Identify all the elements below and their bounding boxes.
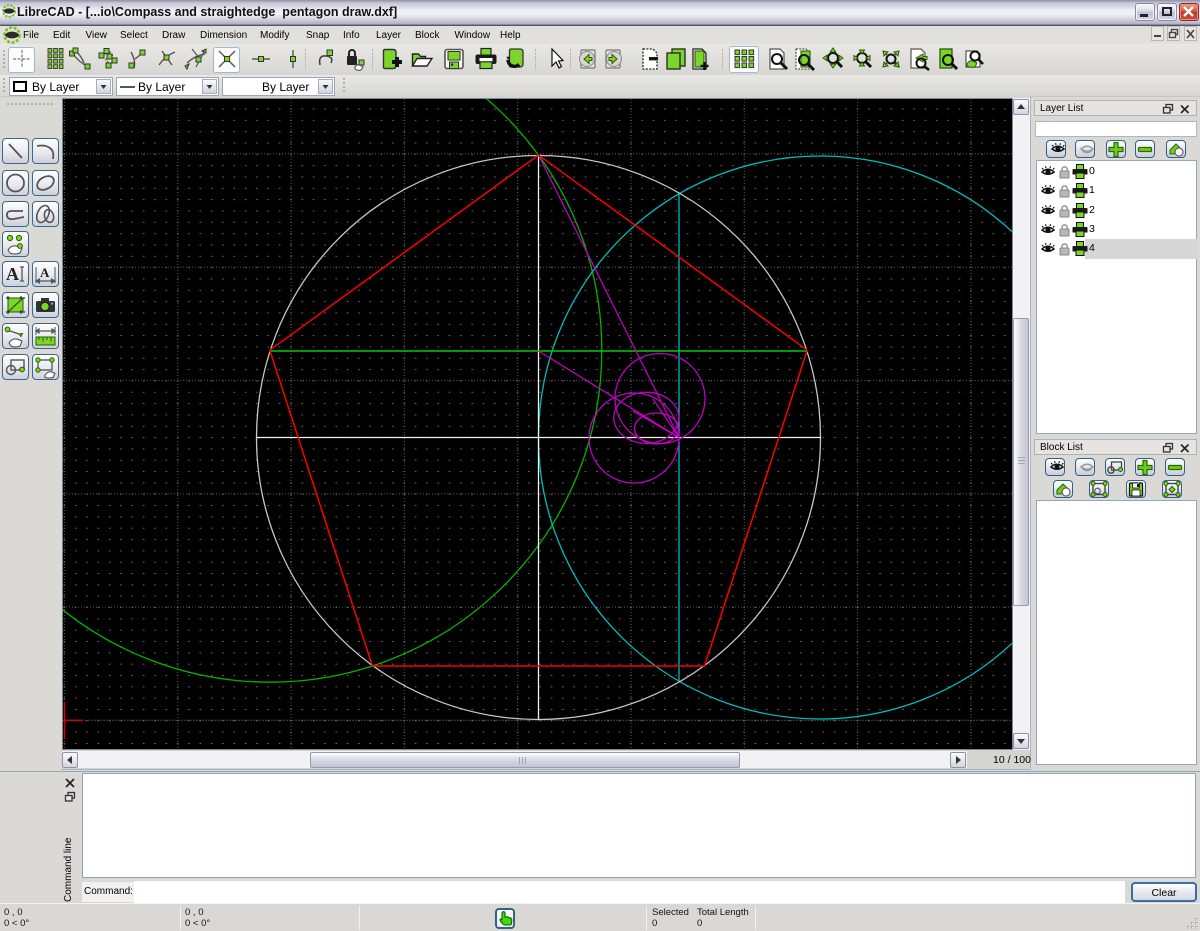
svg-text:A: A [40,265,50,280]
svg-text:A: A [6,264,19,284]
